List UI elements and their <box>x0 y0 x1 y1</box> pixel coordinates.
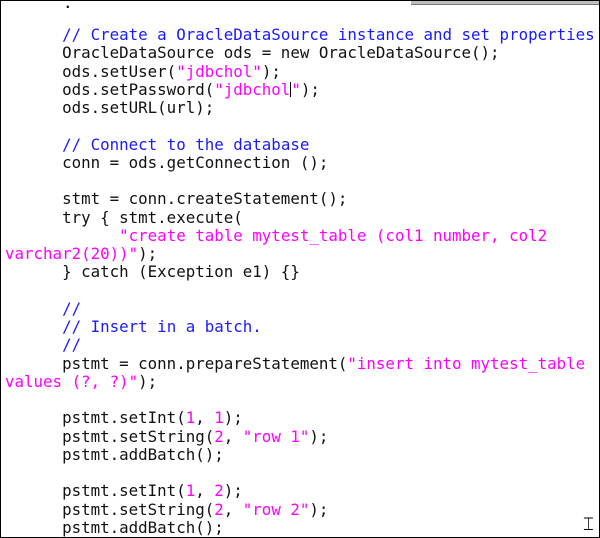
code-line[interactable] <box>5 282 595 300</box>
string-literal: "jdbchol <box>214 79 291 99</box>
code-text: pstmt.addBatch(); <box>5 517 224 537</box>
code-text: OracleDataSource ods = new OracleDataSou… <box>5 43 500 63</box>
string-literal: "row 1" <box>242 426 310 446</box>
number-literal: 1 <box>214 408 224 428</box>
code-line[interactable]: // <box>5 336 595 354</box>
code-text: pstmt.setString( <box>5 499 215 519</box>
string-literal: " <box>291 79 301 99</box>
number-literal: 2 <box>214 426 224 446</box>
string-literal: "create table mytest_table (col1 number,… <box>119 225 548 245</box>
code-line[interactable]: ods.setUser("jdbchol"); <box>5 61 595 81</box>
code-line[interactable] <box>5 464 595 482</box>
code-text: ); <box>138 244 158 263</box>
code-text: pstmt = conn.prepareStatement( <box>5 353 348 373</box>
code-text: } catch (Exception e1) {} <box>5 262 300 282</box>
string-literal: values (?, ?)" <box>5 371 139 391</box>
string-literal: varchar2(20))" <box>5 244 139 263</box>
code-line[interactable]: // <box>5 298 595 318</box>
code-text: pstmt.setInt( <box>5 481 186 501</box>
code-text: ); <box>223 408 243 428</box>
code-text: ); <box>309 499 329 519</box>
code-text: ods.setUser( <box>5 61 177 81</box>
string-literal: "row 2" <box>242 499 310 519</box>
number-literal: 2 <box>214 481 224 501</box>
code-text: pstmt.addBatch(); <box>5 444 224 464</box>
code-line[interactable]: pstmt.setInt(1, 2); <box>5 482 595 500</box>
code-line[interactable]: "create table mytest_table (col1 number,… <box>5 225 595 245</box>
code-line[interactable]: conn = ods.getConnection (); <box>5 152 595 172</box>
number-literal: 2 <box>214 499 224 519</box>
code-text: stmt = conn.createStatement(); <box>5 189 348 209</box>
code-text: ); <box>309 426 329 446</box>
code-text: try { stmt.execute( <box>5 207 243 227</box>
code-line[interactable]: stmt = conn.createStatement(); <box>5 190 595 208</box>
code-text: , <box>195 481 215 501</box>
string-literal: "insert into mytest_table <box>347 353 586 373</box>
code-text: ); <box>261 61 281 81</box>
code-line[interactable]: values (?, ?)"); <box>5 371 595 391</box>
code-line[interactable]: ods.setPassword("jdbchol"); <box>5 79 595 99</box>
code-line[interactable]: pstmt.setString(2, "row 2"); <box>5 499 595 519</box>
code-line[interactable]: try { stmt.execute( <box>5 207 595 227</box>
window-edge <box>411 1 599 5</box>
code-line[interactable]: pstmt.setString(2, "row 1"); <box>5 426 595 446</box>
code-comment: // Create a OracleDataSource instance an… <box>62 25 595 44</box>
i-beam-cursor-icon: ⌶ <box>583 514 594 535</box>
code-line[interactable]: OracleDataSource ods = new OracleDataSou… <box>5 44 595 62</box>
number-literal: 1 <box>185 481 196 501</box>
code-text: conn = ods.getConnection (); <box>5 152 329 172</box>
partial-line: . <box>63 0 73 12</box>
code-line[interactable] <box>5 117 595 135</box>
code-line[interactable]: pstmt.addBatch(); <box>5 517 595 537</box>
code-line[interactable] <box>5 391 595 409</box>
code-text: ); <box>138 371 158 391</box>
code-text: , <box>195 408 215 428</box>
code-editor[interactable]: . // Create a OracleDataSource instance … <box>0 0 600 538</box>
code-line[interactable]: // Insert in a batch. <box>5 317 595 336</box>
code-text: ); <box>223 481 243 501</box>
code-text: ); <box>300 79 320 99</box>
code-text: pstmt.setString( <box>5 426 215 446</box>
string-literal: "jdbchol" <box>176 61 262 81</box>
code-line[interactable]: pstmt.addBatch(); <box>5 444 595 464</box>
code-line[interactable]: // Create a OracleDataSource instance an… <box>5 25 595 44</box>
code-text: ods.setURL(url); <box>5 98 215 117</box>
code-comment: // <box>62 335 82 355</box>
code-comment: // Connect to the database <box>62 134 310 154</box>
code-line[interactable]: pstmt.setInt(1, 1); <box>5 409 595 427</box>
code-text: pstmt.setInt( <box>5 408 186 428</box>
code-comment: // Insert in a batch. <box>62 317 262 336</box>
code-text: ods.setPassword( <box>5 79 215 99</box>
code-comment: // <box>62 298 82 318</box>
code-text: , <box>223 426 243 446</box>
code-line[interactable]: pstmt = conn.prepareStatement("insert in… <box>5 353 595 373</box>
code-line[interactable]: varchar2(20))"); <box>5 244 595 263</box>
number-literal: 1 <box>185 408 196 428</box>
code-area[interactable]: // Create a OracleDataSource instance an… <box>5 25 595 537</box>
code-text: , <box>223 499 243 519</box>
code-line[interactable] <box>5 172 595 190</box>
code-line[interactable]: // Connect to the database <box>5 134 595 154</box>
code-line[interactable]: } catch (Exception e1) {} <box>5 263 595 281</box>
code-line[interactable]: ods.setURL(url); <box>5 98 595 117</box>
